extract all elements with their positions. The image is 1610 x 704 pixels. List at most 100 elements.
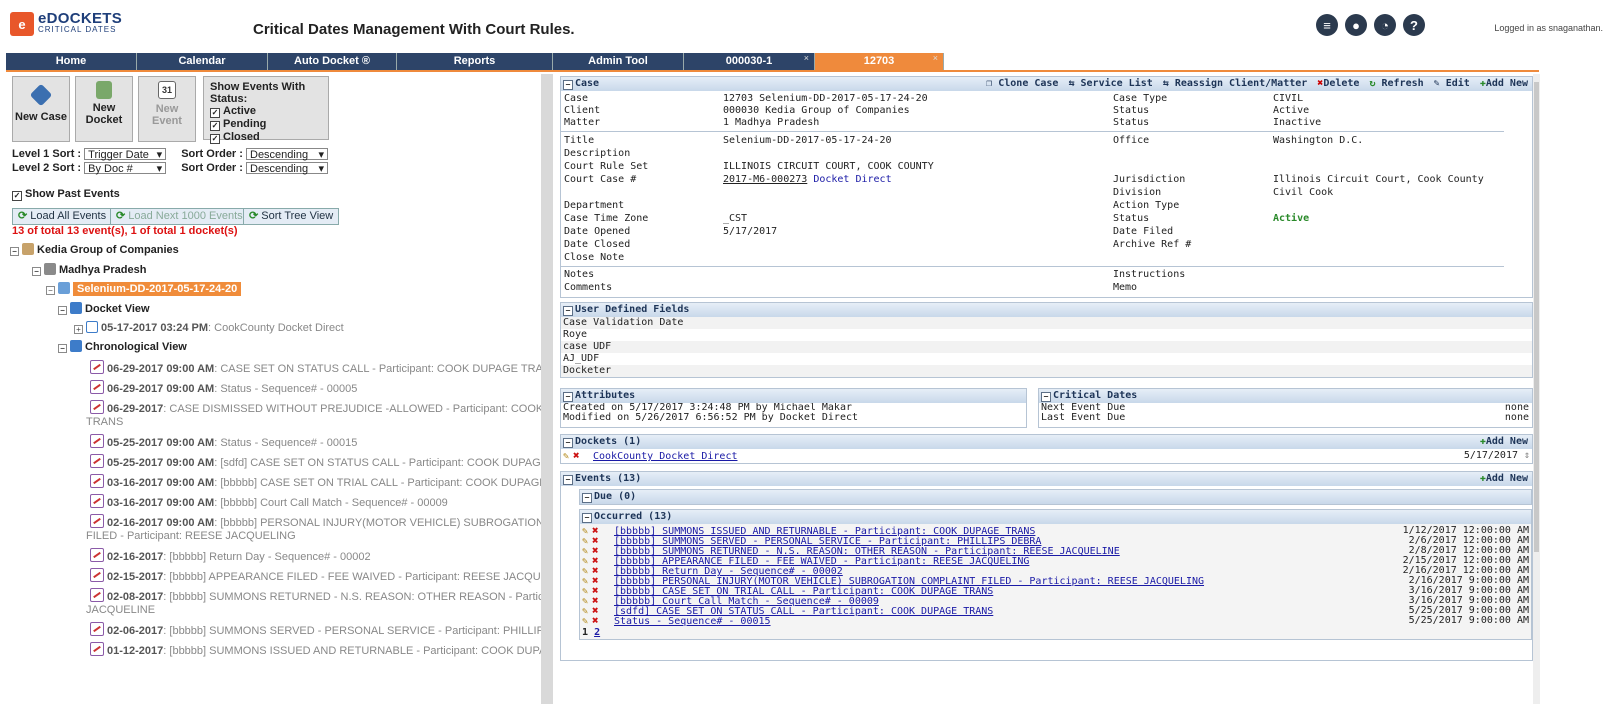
page-2-link[interactable]: 2 <box>594 627 600 638</box>
collapse-icon[interactable]: − <box>563 438 573 448</box>
tab-000030-1[interactable]: 000030-1 × <box>684 53 815 70</box>
tree-case-node[interactable]: − Selenium-DD-2017-05-17-24-20 <box>46 282 242 296</box>
docket-direct-link[interactable]: Docket Direct <box>813 174 891 185</box>
docket-link[interactable]: CookCounty Docket Direct <box>593 451 738 462</box>
close-icon[interactable]: × <box>804 50 809 67</box>
tree-event-item[interactable]: 02-16-2017: [bbbbb] Return Day - Sequenc… <box>90 548 371 563</box>
level2-sort-select[interactable]: By Doc # <box>84 162 167 175</box>
spinner-icon[interactable]: ⇕ <box>1524 449 1530 462</box>
new-case-button[interactable]: New Case <box>12 76 70 142</box>
division-value: Civil Cook <box>1273 187 1334 198</box>
event-text: : [bbbbb] PERSONAL INJURY(MOTOR VEHICLE)… <box>214 517 541 529</box>
tree-event-item[interactable]: 06-29-2017 09:00 AM: CASE SET ON STATUS … <box>90 360 541 375</box>
tab-auto-docket[interactable]: Auto Docket ® <box>268 53 397 70</box>
tree-event-item[interactable]: 02-15-2017: [bbbbb] APPEARANCE FILED - F… <box>90 568 541 583</box>
collapse-icon[interactable]: − <box>58 306 67 315</box>
collapse-icon[interactable]: − <box>563 392 573 402</box>
help-icon[interactable]: ? <box>1403 14 1425 36</box>
tree-event-item[interactable]: 06-29-2017 09:00 AM: Status - Sequence# … <box>90 380 357 395</box>
tree-event-item[interactable]: 02-08-2017: [bbbbb] SUMMONS RETURNED - N… <box>90 588 541 603</box>
status-active-option[interactable]: ✓ Active <box>210 105 322 118</box>
tab-admin-tool[interactable]: Admin Tool <box>553 53 684 70</box>
checkbox-icon[interactable]: ✓ <box>210 108 220 118</box>
occurred-header: − Occurred (13) <box>580 510 1531 524</box>
status-pending-option[interactable]: ✓ Pending <box>210 118 322 131</box>
delete-icon[interactable]: ✖ <box>592 615 606 626</box>
checkbox-icon[interactable]: ✓ <box>210 121 220 131</box>
tree-matter-node[interactable]: − Madhya Pradesh <box>32 263 146 276</box>
sort-order-1-select[interactable]: Descending <box>246 148 328 161</box>
collapse-icon[interactable]: − <box>10 247 19 256</box>
pencil-icon[interactable]: ✎ <box>582 617 592 627</box>
edockets-logo[interactable]: e eDOCKETS CRITICAL DATES <box>10 9 122 39</box>
expand-icon[interactable]: + <box>74 325 83 334</box>
tree-client-node[interactable]: − Kedia Group of Companies <box>10 243 179 256</box>
pane-splitter[interactable] <box>541 74 553 704</box>
tree-event-item[interactable]: 02-16-2017 09:00 AM: [bbbbb] PERSONAL IN… <box>90 514 541 529</box>
user-icon[interactable]: ● <box>1345 14 1367 36</box>
add-new-case-button[interactable]: ✚Add New <box>1480 77 1528 91</box>
tree-event-item[interactable]: 05-25-2017 09:00 AM: Status - Sequence# … <box>90 434 357 449</box>
clone-case-button[interactable]: ❐ Clone Case <box>986 77 1058 91</box>
case-section: − Case ❐ Clone Case ⇆ Service List ⇆ Reas… <box>560 76 1533 298</box>
pencil-icon[interactable]: ✎ <box>563 450 573 463</box>
status-closed-option[interactable]: ✓ Closed <box>210 131 322 144</box>
new-docket-button[interactable]: New Docket <box>75 76 133 142</box>
show-past-events-option[interactable]: ✓ Show Past Events <box>12 188 120 201</box>
tab-home[interactable]: Home <box>6 53 137 70</box>
delete-icon[interactable]: ✖ <box>573 449 587 462</box>
tree-event-item[interactable]: 03-16-2017 09:00 AM: [bbbbb] CASE SET ON… <box>90 474 541 489</box>
clock-icon[interactable]: ◔ <box>1374 14 1396 36</box>
event-text: : CASE DISMISSED WITHOUT PREJUDICE -ALLO… <box>163 403 541 415</box>
collapse-icon[interactable]: − <box>46 286 55 295</box>
collapse-icon[interactable]: − <box>58 344 67 353</box>
delete-button[interactable]: ✖Delete <box>1317 77 1359 91</box>
collapse-icon[interactable]: − <box>582 493 592 503</box>
scrollbar-thumb[interactable] <box>1534 82 1539 552</box>
court-case-link[interactable]: 2017-M6-000273 <box>723 174 807 185</box>
divider <box>561 131 1504 132</box>
load-next-events-button[interactable]: ⟳ Load Next 1000 Events <box>110 208 249 225</box>
new-event-label-1: New <box>155 103 179 115</box>
event-link[interactable]: Status - Sequence# - 00015 <box>614 616 771 627</box>
add-new-event-button[interactable]: ✚Add New <box>1480 472 1528 486</box>
collapse-icon[interactable]: − <box>32 267 41 276</box>
tree-event-item[interactable]: 02-06-2017: [bbbbb] SUMMONS SERVED - PER… <box>90 622 541 637</box>
tree-event-item[interactable]: 01-12-2017: [bbbbb] SUMMONS ISSUED AND R… <box>90 642 541 657</box>
new-event-button[interactable]: 31 New Event <box>138 76 196 142</box>
tree-docket-item[interactable]: +05-17-2017 03:24 PM: CookCounty Docket … <box>74 321 344 334</box>
tab-reports[interactable]: Reports <box>397 53 553 70</box>
tab-12703[interactable]: 12703 × <box>815 53 944 70</box>
tree-event-item[interactable]: 06-29-2017: CASE DISMISSED WITHOUT PREJU… <box>90 400 541 415</box>
checkbox-icon[interactable]: ✓ <box>210 134 220 144</box>
collapse-icon[interactable]: − <box>582 513 592 523</box>
sort-order-2-select[interactable]: Descending <box>246 162 328 175</box>
reassign-button[interactable]: ⇆ Reassign Client/Matter <box>1163 77 1308 91</box>
add-new-docket-button[interactable]: ✚Add New <box>1480 435 1528 449</box>
case-section-header: − Case ❐ Clone Case ⇆ Service List ⇆ Reas… <box>561 77 1532 91</box>
close-icon[interactable]: × <box>933 50 938 67</box>
right-scrollbar[interactable] <box>1533 74 1540 704</box>
load-all-events-button[interactable]: ⟳ Load All Events <box>12 208 113 225</box>
checkbox-icon[interactable]: ✓ <box>12 191 22 201</box>
case-icon <box>58 282 70 294</box>
collapse-icon[interactable]: − <box>1041 392 1051 402</box>
occurred-header-label: Occurred (13) <box>594 511 673 522</box>
tree-chrono-view-node[interactable]: − Chronological View <box>58 340 187 353</box>
sort-tree-view-button[interactable]: ⟳ Sort Tree View <box>243 208 340 225</box>
list-icon[interactable]: ≡ <box>1316 14 1338 36</box>
tree-event-item[interactable]: 05-25-2017 09:00 AM: [sdfd] CASE SET ON … <box>90 454 541 469</box>
date-opened-value: 5/17/2017 <box>723 226 778 237</box>
collapse-icon[interactable]: − <box>563 80 573 90</box>
collapse-icon[interactable]: − <box>563 306 573 316</box>
tab-calendar[interactable]: Calendar <box>137 53 268 70</box>
collapse-icon[interactable]: − <box>563 475 573 485</box>
app-title: Critical Dates Management With Court Rul… <box>253 21 575 38</box>
tree-event-item[interactable]: 03-16-2017 09:00 AM: [bbbbb] Court Call … <box>90 494 448 509</box>
service-list-button[interactable]: ⇆ Service List <box>1068 77 1152 91</box>
edit-button[interactable]: ✎ Edit <box>1434 77 1470 91</box>
divider <box>561 266 1504 267</box>
level1-sort-select[interactable]: Trigger Date <box>84 148 167 161</box>
refresh-button[interactable]: ↻ Refresh <box>1369 77 1423 91</box>
tree-docket-view-node[interactable]: − Docket View <box>58 302 150 315</box>
